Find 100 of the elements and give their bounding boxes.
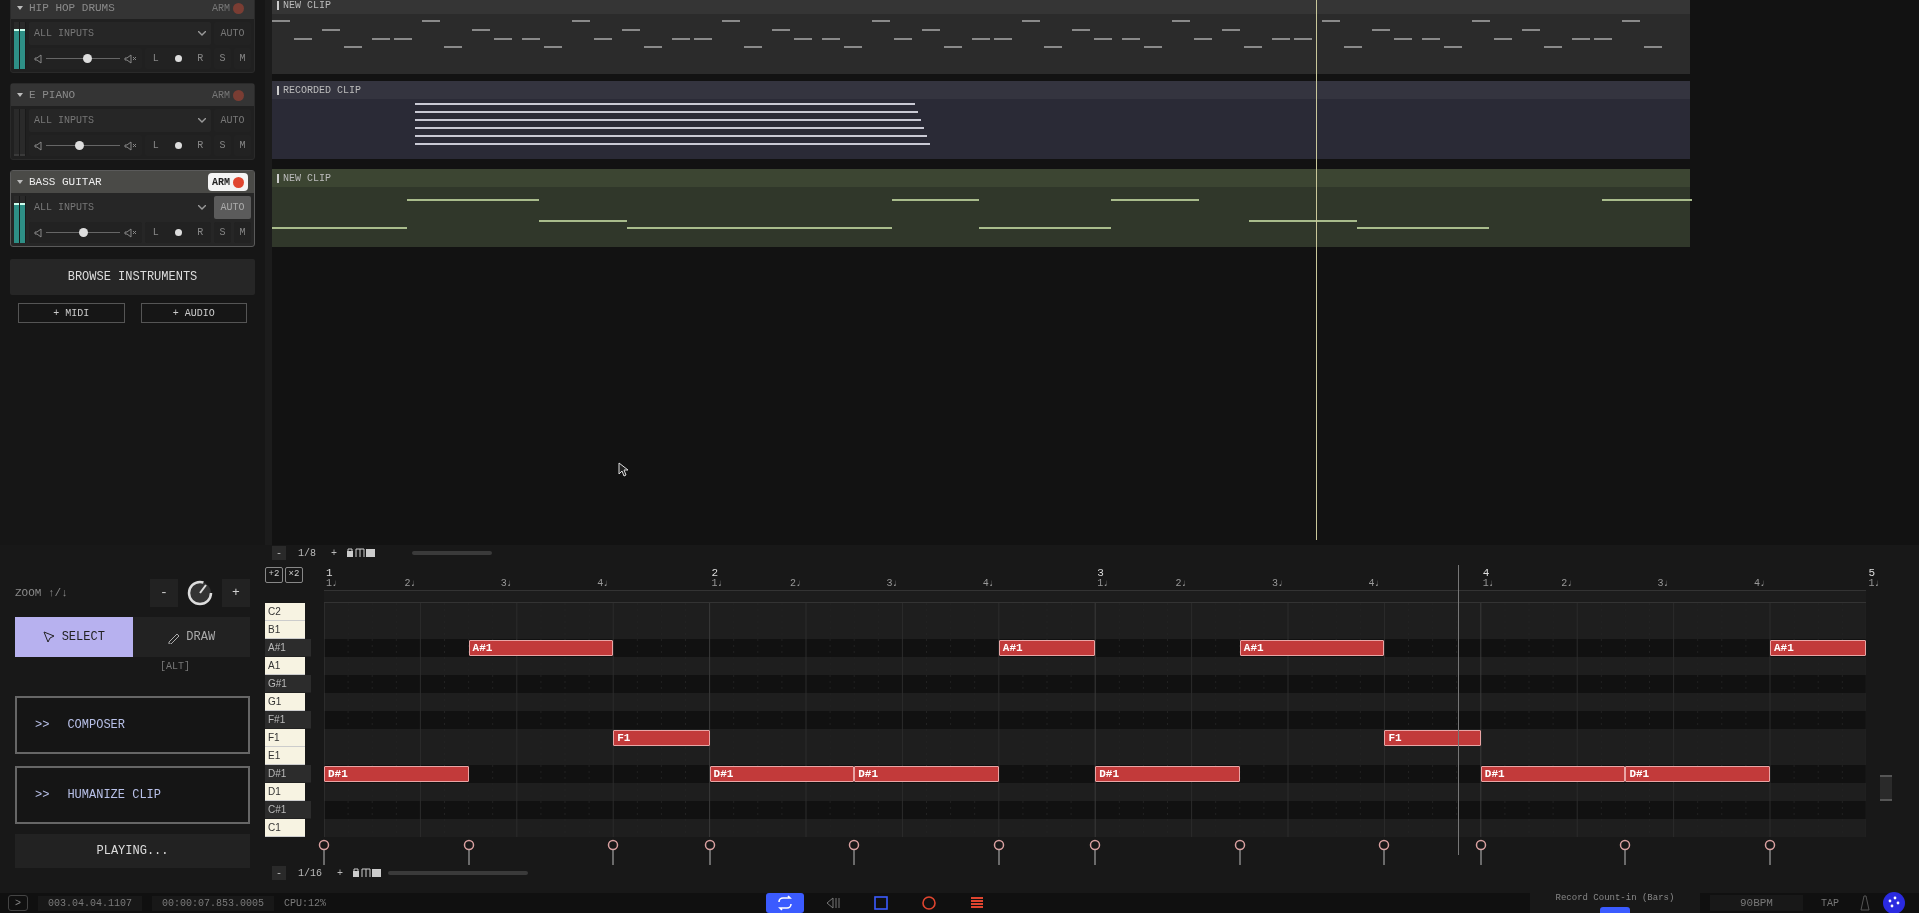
ruler-zoom-button[interactable]: ×2 [285, 567, 303, 583]
caret-icon[interactable] [17, 180, 23, 184]
caret-icon[interactable] [17, 93, 23, 97]
velocity-handle[interactable] [1233, 839, 1246, 865]
velocity-handle[interactable] [607, 839, 620, 865]
browse-instruments-button[interactable]: BROWSE INSTRUMENTS [10, 259, 255, 295]
midi-note[interactable]: D#1 [854, 766, 999, 782]
slider-thumb[interactable] [79, 228, 88, 237]
ruler-zoom-button[interactable]: +2 [265, 567, 283, 583]
tap-button[interactable]: TAP [1813, 895, 1847, 911]
piano-key[interactable]: A#1 [265, 639, 311, 657]
piano-key[interactable]: E1 [265, 747, 305, 765]
mute-button[interactable]: M [234, 222, 251, 243]
midi-note[interactable]: F1 [613, 730, 710, 746]
caret-icon[interactable] [17, 6, 23, 10]
volume-slider[interactable] [46, 228, 120, 237]
horizontal-scrollbar[interactable] [412, 551, 492, 555]
zoom-in-button[interactable]: + [222, 579, 250, 607]
midi-clip[interactable]: NEW CLIP [272, 169, 1690, 247]
input-dropdown[interactable]: ALL INPUTS [29, 22, 211, 45]
clip-handle-icon[interactable] [277, 0, 279, 10]
input-dropdown[interactable]: ALL INPUTS [29, 109, 211, 132]
arm-button[interactable]: ARM [208, 173, 248, 191]
velocity-handle[interactable] [992, 839, 1005, 865]
zoom-label: ZOOM ↑/↓ [15, 585, 69, 601]
bar-number: 5 [1868, 566, 1875, 579]
velocity-handle[interactable] [1619, 839, 1632, 865]
speaker-mute-icon [124, 140, 137, 151]
beat-label: 4♩ [1368, 577, 1381, 591]
midi-note[interactable]: D#1 [324, 766, 469, 782]
track-name: E PIANO [29, 87, 77, 103]
slider-thumb[interactable] [82, 54, 92, 63]
speaker-mute-icon [124, 53, 137, 64]
piano-key[interactable]: C#1 [265, 801, 311, 819]
beat-label: 1♩ [711, 577, 724, 591]
action-button[interactable]: >> HUMANIZE CLIP [15, 766, 250, 824]
slider-thumb[interactable] [75, 141, 85, 150]
midi-clip[interactable]: NEW CLIP [272, 0, 1690, 74]
midi-note[interactable]: D#1 [1480, 766, 1626, 782]
grid-size-label: 1/8 [297, 546, 317, 561]
beat-label: 2♩ [1561, 577, 1574, 591]
velocity-handle[interactable] [1474, 839, 1487, 865]
volume-slider[interactable] [46, 141, 120, 150]
piano-key[interactable]: C1 [265, 819, 305, 837]
midi-note[interactable]: F1 [1384, 730, 1481, 746]
grid-minus-button[interactable]: - [272, 866, 286, 880]
piano-key[interactable]: F#1 [265, 711, 311, 729]
count-in-selector[interactable] [1599, 907, 1630, 913]
piano-key[interactable]: G#1 [265, 675, 311, 693]
zoom-knob[interactable] [186, 579, 214, 607]
velocity-handle[interactable] [462, 839, 475, 865]
shortcut-hint: [ALT] [160, 660, 190, 674]
midi-note[interactable]: A#1 [1239, 640, 1385, 656]
grid-options-icon[interactable] [352, 867, 382, 879]
stop-icon [872, 895, 891, 911]
beat-label: 2♩ [404, 577, 417, 591]
zoom-out-button[interactable]: - [150, 579, 178, 607]
piano-key[interactable]: F1 [265, 729, 305, 747]
piano-key[interactable]: G1 [265, 693, 305, 711]
loop-button[interactable] [766, 893, 805, 913]
add-track-button[interactable]: + MIDI [18, 303, 125, 323]
grid-plus-button[interactable]: + [328, 545, 340, 561]
midi-note[interactable]: A#1 [468, 640, 614, 656]
midi-note[interactable]: D#1 [1625, 766, 1770, 782]
draw-tool-button[interactable]: DRAW [132, 617, 250, 657]
clip-handle-icon[interactable] [277, 173, 279, 183]
grid-plus-button[interactable]: + [334, 865, 346, 881]
velocity-handle[interactable] [318, 839, 330, 865]
velocity-handle[interactable] [848, 839, 861, 865]
beat-label: 1♩ [1482, 577, 1495, 591]
velocity-handle[interactable] [1764, 839, 1776, 865]
piano-key[interactable]: C2 [265, 603, 305, 621]
midi-note[interactable]: D#1 [709, 766, 855, 782]
status-label: PLAYING... [15, 834, 250, 868]
pan-control[interactable]: L R [145, 222, 211, 243]
midi-clip[interactable]: RECORDED CLIP [272, 81, 1690, 159]
grid-minus-button[interactable]: - [272, 546, 286, 560]
midi-note[interactable]: A#1 [998, 640, 1096, 656]
volume-slider[interactable] [46, 54, 120, 63]
add-track-button[interactable]: + AUDIO [140, 303, 247, 323]
action-button[interactable]: >> COMPOSER [15, 696, 250, 754]
pan-knob-icon [174, 142, 182, 149]
grid-options-icon[interactable] [346, 547, 376, 559]
solo-button[interactable]: S [214, 222, 231, 243]
horizontal-scrollbar[interactable] [388, 871, 528, 875]
clip-handle-icon[interactable] [277, 85, 279, 95]
velocity-handle[interactable] [1378, 839, 1391, 865]
piano-key[interactable]: A1 [265, 657, 305, 675]
vertical-scrollbar[interactable] [1880, 775, 1892, 801]
expand-button[interactable]: > [8, 895, 28, 911]
velocity-handle[interactable] [1089, 839, 1102, 865]
velocity-handle[interactable] [703, 839, 716, 865]
select-tool-button[interactable]: SELECT [15, 617, 133, 657]
midi-note[interactable]: A#1 [1770, 640, 1867, 656]
piano-key[interactable]: D#1 [265, 765, 311, 783]
chevron-down-icon [198, 118, 206, 123]
beat-label: 1♩ [326, 577, 338, 591]
piano-key[interactable]: D1 [265, 783, 305, 801]
piano-key[interactable]: B1 [265, 621, 305, 639]
midi-note[interactable]: D#1 [1095, 766, 1240, 782]
